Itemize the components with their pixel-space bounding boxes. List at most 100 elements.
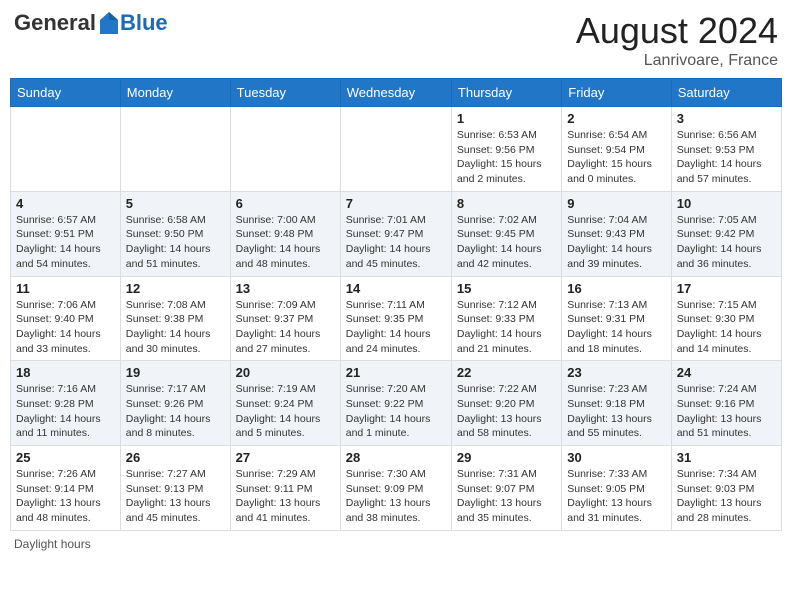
day-info: Sunrise: 7:11 AMSunset: 9:35 PMDaylight:…: [346, 299, 431, 355]
day-info: Sunrise: 7:09 AMSunset: 9:37 PMDaylight:…: [236, 299, 321, 355]
day-info: Sunrise: 7:15 AMSunset: 9:30 PMDaylight:…: [677, 299, 762, 355]
day-info: Sunrise: 7:26 AMSunset: 9:14 PMDaylight:…: [16, 468, 101, 524]
day-info: Sunrise: 7:20 AMSunset: 9:22 PMDaylight:…: [346, 383, 431, 439]
calendar-week-row: 25 Sunrise: 7:26 AMSunset: 9:14 PMDayligh…: [11, 446, 782, 531]
calendar-day-cell: 17Sunrise: 7:15 AMSunset: 9:30 PMDayligh…: [671, 276, 781, 361]
calendar-day-cell: 7 Sunrise: 7:01 AMSunset: 9:47 PMDaylight…: [340, 191, 451, 276]
day-number: 9: [567, 196, 665, 211]
calendar-day-cell: 13 Sunrise: 7:09 AMSunset: 9:37 PMDayligh…: [230, 276, 340, 361]
day-number: 10: [677, 196, 776, 211]
day-number: 18: [16, 365, 115, 380]
day-number: 20: [236, 365, 335, 380]
calendar-day-header: Saturday: [671, 79, 781, 107]
day-info: Sunrise: 7:12 AMSunset: 9:33 PMDaylight:…: [457, 299, 542, 355]
day-number: 28: [346, 450, 446, 465]
day-number: 22: [457, 365, 556, 380]
calendar-day-cell: [340, 107, 451, 192]
day-number: 12: [126, 281, 225, 296]
calendar-day-cell: 27Sunrise: 7:29 AMSunset: 9:11 PMDayligh…: [230, 446, 340, 531]
calendar-day-cell: 9Sunrise: 7:04 AMSunset: 9:43 PMDaylight…: [562, 191, 671, 276]
calendar-day-cell: 20 Sunrise: 7:19 AMSunset: 9:24 PMDayligh…: [230, 361, 340, 446]
footer-note: Daylight hours: [10, 537, 782, 551]
calendar-day-header: Monday: [120, 79, 230, 107]
day-info: Sunrise: 7:17 AMSunset: 9:26 PMDaylight:…: [126, 383, 211, 439]
calendar-day-cell: 22 Sunrise: 7:22 AMSunset: 9:20 PMDayligh…: [451, 361, 561, 446]
day-number: 30: [567, 450, 665, 465]
day-info: Sunrise: 7:24 AMSunset: 9:16 PMDaylight:…: [677, 383, 762, 439]
calendar-day-cell: 6Sunrise: 7:00 AMSunset: 9:48 PMDaylight…: [230, 191, 340, 276]
calendar-day-cell: 28 Sunrise: 7:30 AMSunset: 9:09 PMDayligh…: [340, 446, 451, 531]
day-info: Sunrise: 6:58 AMSunset: 9:50 PMDaylight:…: [126, 214, 211, 270]
calendar-day-cell: 10 Sunrise: 7:05 AMSunset: 9:42 PMDayligh…: [671, 191, 781, 276]
daylight-hours-label: Daylight hours: [14, 537, 91, 551]
calendar-day-cell: 12 Sunrise: 7:08 AMSunset: 9:38 PMDayligh…: [120, 276, 230, 361]
calendar-day-cell: 23Sunrise: 7:23 AMSunset: 9:18 PMDayligh…: [562, 361, 671, 446]
day-info: Sunrise: 7:29 AMSunset: 9:11 PMDaylight:…: [236, 468, 321, 524]
month-year: August 2024: [576, 10, 778, 52]
calendar-day-header: Thursday: [451, 79, 561, 107]
logo-general-text: General: [14, 10, 96, 36]
day-info: Sunrise: 7:13 AMSunset: 9:31 PMDaylight:…: [567, 299, 652, 355]
day-info: Sunrise: 7:31 AMSunset: 9:07 PMDaylight:…: [457, 468, 542, 524]
calendar-day-cell: 14 Sunrise: 7:11 AMSunset: 9:35 PMDayligh…: [340, 276, 451, 361]
day-info: Sunrise: 7:06 AMSunset: 9:40 PMDaylight:…: [16, 299, 101, 355]
day-info: Sunrise: 7:05 AMSunset: 9:42 PMDaylight:…: [677, 214, 762, 270]
day-info: Sunrise: 7:22 AMSunset: 9:20 PMDaylight:…: [457, 383, 542, 439]
calendar-day-header: Sunday: [11, 79, 121, 107]
calendar-day-cell: [11, 107, 121, 192]
day-info: Sunrise: 7:34 AMSunset: 9:03 PMDaylight:…: [677, 468, 762, 524]
day-info: Sunrise: 7:16 AMSunset: 9:28 PMDaylight:…: [16, 383, 101, 439]
calendar-week-row: 1Sunrise: 6:53 AMSunset: 9:56 PMDaylight…: [11, 107, 782, 192]
calendar-day-cell: 29 Sunrise: 7:31 AMSunset: 9:07 PMDayligh…: [451, 446, 561, 531]
day-number: 8: [457, 196, 556, 211]
day-info: Sunrise: 7:33 AMSunset: 9:05 PMDaylight:…: [567, 468, 652, 524]
day-info: Sunrise: 7:08 AMSunset: 9:38 PMDaylight:…: [126, 299, 211, 355]
day-info: Sunrise: 7:30 AMSunset: 9:09 PMDaylight:…: [346, 468, 431, 524]
day-number: 6: [236, 196, 335, 211]
calendar-day-header: Tuesday: [230, 79, 340, 107]
calendar-day-cell: 26 Sunrise: 7:27 AMSunset: 9:13 PMDayligh…: [120, 446, 230, 531]
calendar-day-cell: 15 Sunrise: 7:12 AMSunset: 9:33 PMDayligh…: [451, 276, 561, 361]
calendar-day-cell: 30 Sunrise: 7:33 AMSunset: 9:05 PMDayligh…: [562, 446, 671, 531]
day-number: 16: [567, 281, 665, 296]
day-number: 29: [457, 450, 556, 465]
calendar-day-cell: [120, 107, 230, 192]
logo-blue-text: Blue: [120, 10, 168, 36]
day-number: 7: [346, 196, 446, 211]
page-header: General Blue August 2024 Lanrivoare, Fra…: [10, 10, 782, 70]
day-info: Sunrise: 7:19 AMSunset: 9:24 PMDaylight:…: [236, 383, 321, 439]
day-number: 14: [346, 281, 446, 296]
day-number: 26: [126, 450, 225, 465]
calendar-week-row: 11 Sunrise: 7:06 AMSunset: 9:40 PMDayligh…: [11, 276, 782, 361]
day-info: Sunrise: 7:01 AMSunset: 9:47 PMDaylight:…: [346, 214, 431, 270]
day-number: 19: [126, 365, 225, 380]
calendar-week-row: 4Sunrise: 6:57 AMSunset: 9:51 PMDaylight…: [11, 191, 782, 276]
calendar-day-cell: 16 Sunrise: 7:13 AMSunset: 9:31 PMDayligh…: [562, 276, 671, 361]
day-number: 3: [677, 111, 776, 126]
day-number: 5: [126, 196, 225, 211]
calendar-day-cell: 18 Sunrise: 7:16 AMSunset: 9:28 PMDayligh…: [11, 361, 121, 446]
calendar-day-cell: [230, 107, 340, 192]
calendar-week-row: 18 Sunrise: 7:16 AMSunset: 9:28 PMDayligh…: [11, 361, 782, 446]
day-number: 15: [457, 281, 556, 296]
calendar-day-header: Wednesday: [340, 79, 451, 107]
day-number: 11: [16, 281, 115, 296]
calendar-day-header: Friday: [562, 79, 671, 107]
calendar-table: SundayMondayTuesdayWednesdayThursdayFrid…: [10, 78, 782, 531]
day-info: Sunrise: 7:23 AMSunset: 9:18 PMDaylight:…: [567, 383, 652, 439]
location: Lanrivoare, France: [576, 52, 778, 70]
day-info: Sunrise: 7:27 AMSunset: 9:13 PMDaylight:…: [126, 468, 211, 524]
day-number: 2: [567, 111, 665, 126]
day-number: 13: [236, 281, 335, 296]
calendar-day-cell: 2Sunrise: 6:54 AMSunset: 9:54 PMDaylight…: [562, 107, 671, 192]
day-info: Sunrise: 6:57 AMSunset: 9:51 PMDaylight:…: [16, 214, 101, 270]
calendar-day-cell: 3Sunrise: 6:56 AMSunset: 9:53 PMDaylight…: [671, 107, 781, 192]
calendar-header-row: SundayMondayTuesdayWednesdayThursdayFrid…: [11, 79, 782, 107]
logo[interactable]: General Blue: [14, 10, 168, 36]
day-number: 1: [457, 111, 556, 126]
calendar-day-cell: 31Sunrise: 7:34 AMSunset: 9:03 PMDayligh…: [671, 446, 781, 531]
day-number: 24: [677, 365, 776, 380]
calendar-day-cell: 8Sunrise: 7:02 AMSunset: 9:45 PMDaylight…: [451, 191, 561, 276]
calendar-day-cell: 1Sunrise: 6:53 AMSunset: 9:56 PMDaylight…: [451, 107, 561, 192]
day-number: 25: [16, 450, 115, 465]
